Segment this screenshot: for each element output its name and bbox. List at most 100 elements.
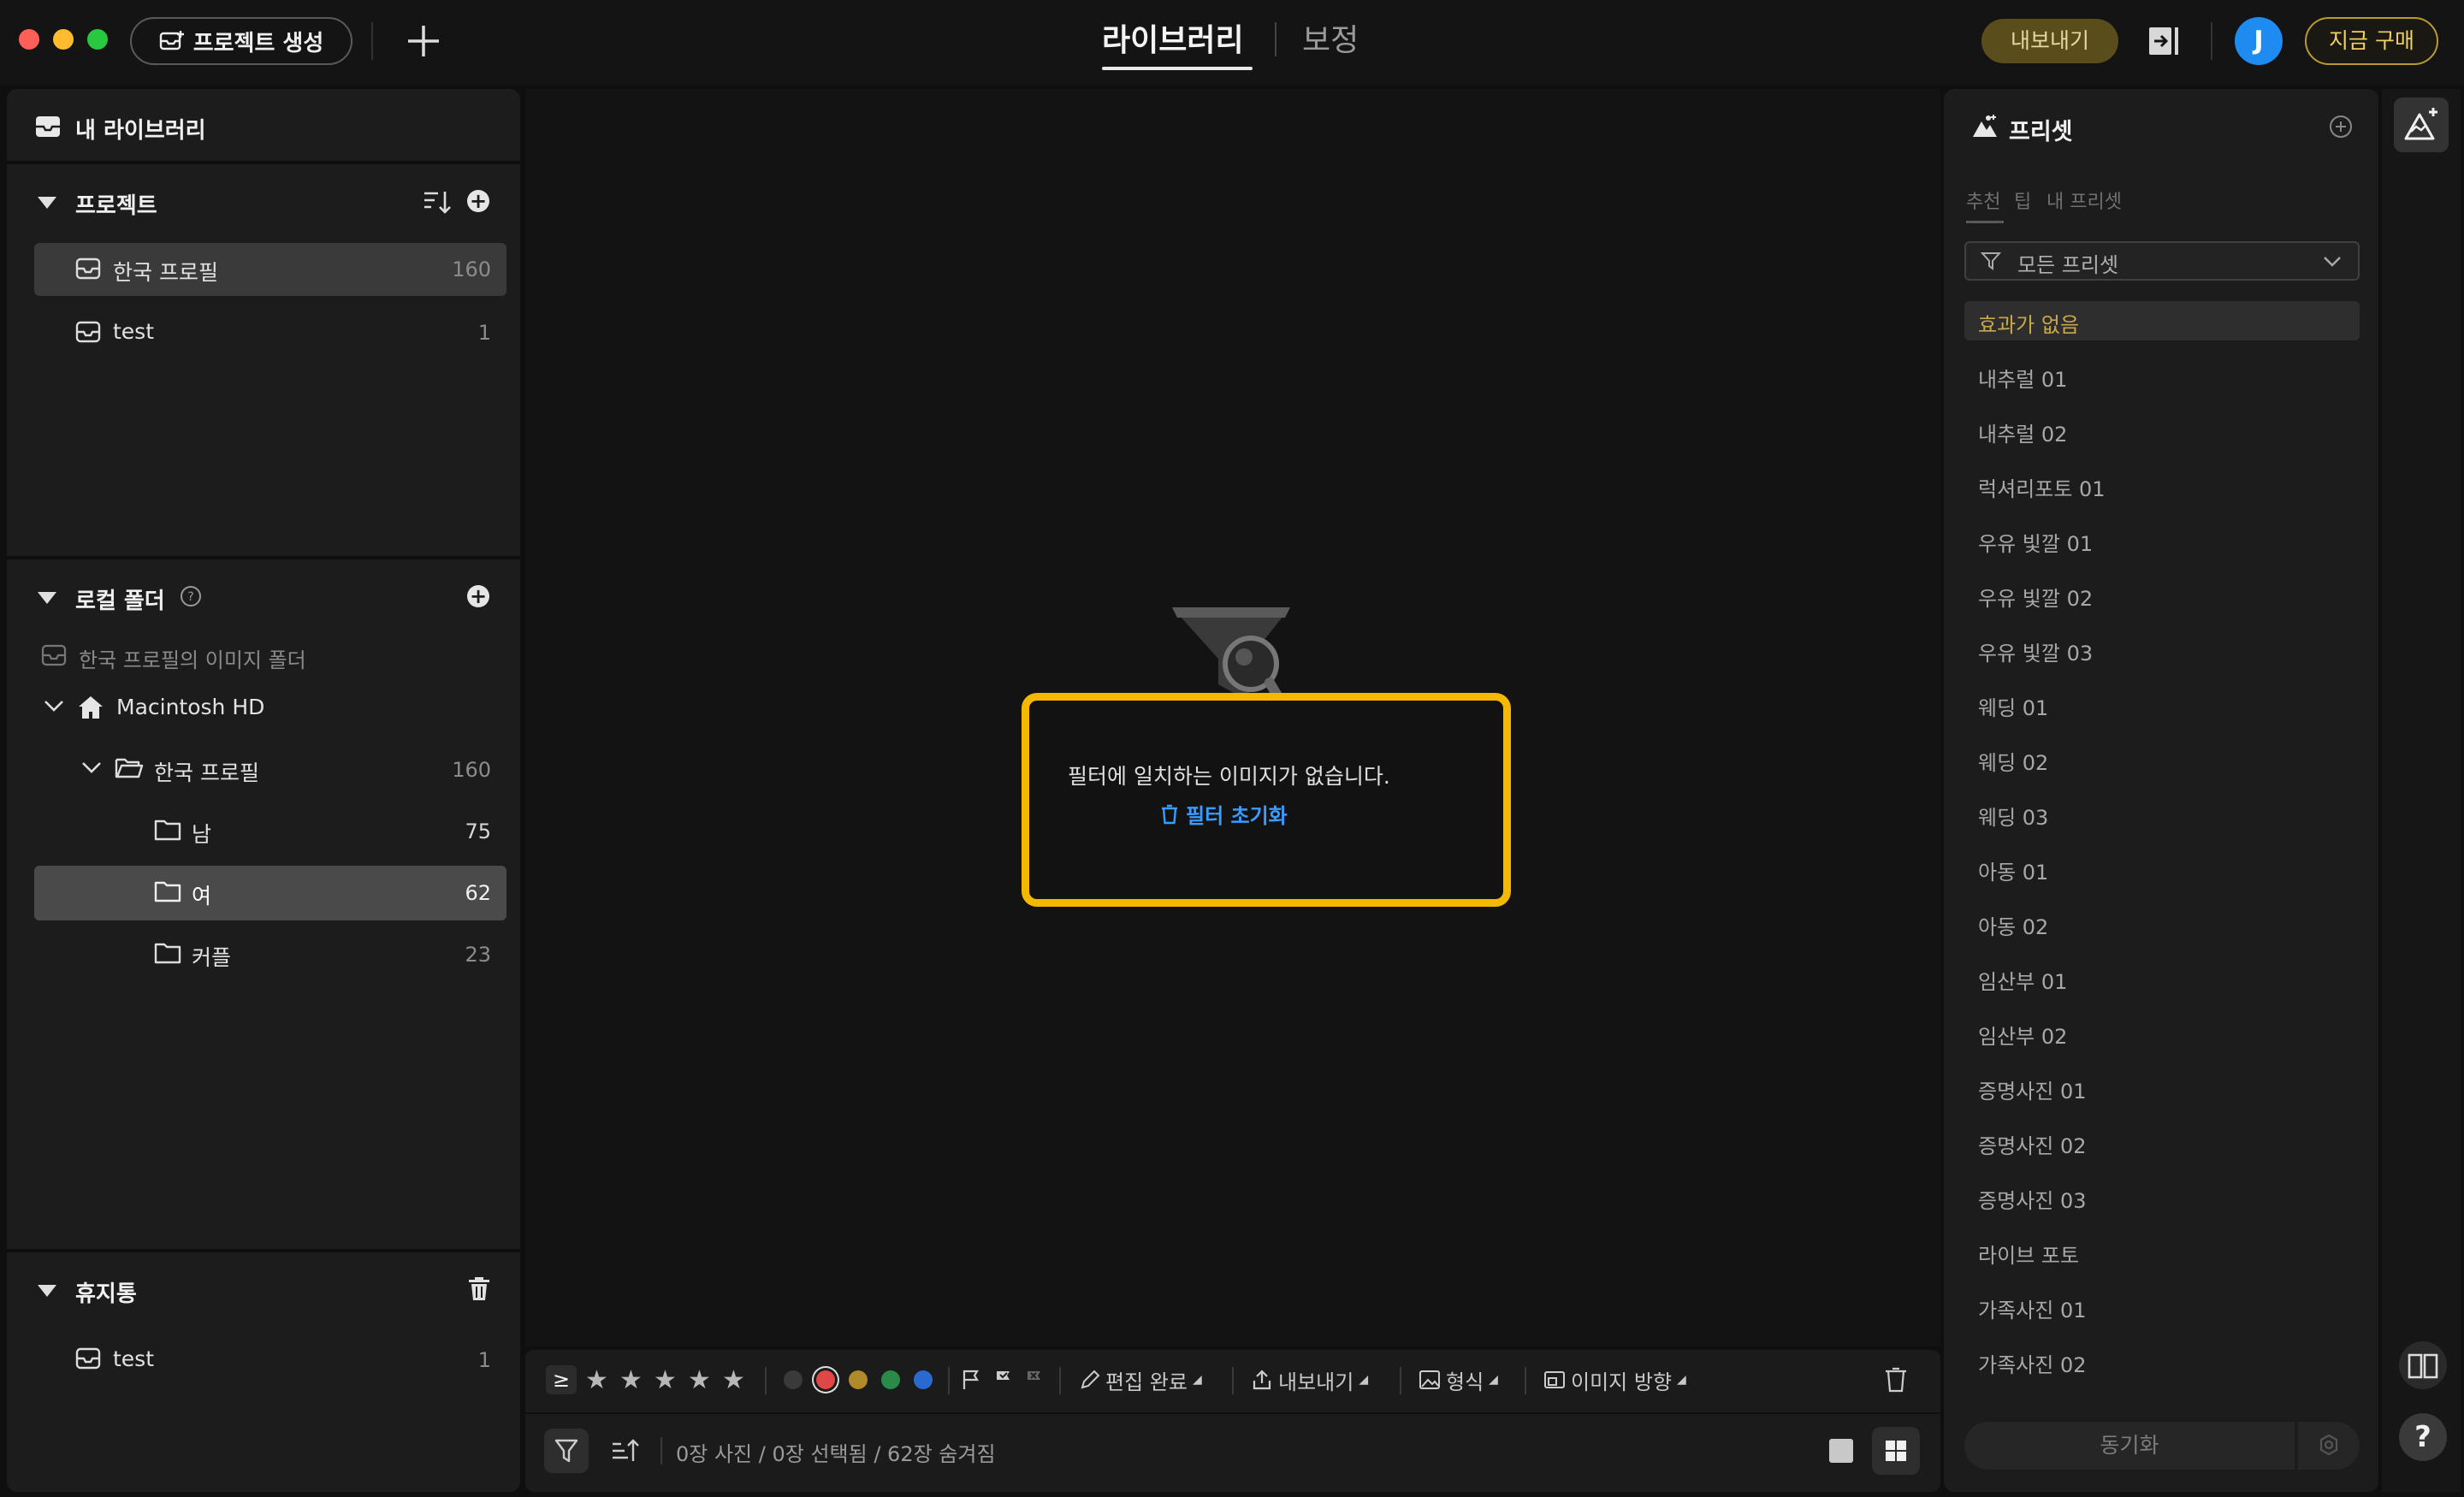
user-avatar[interactable]: J	[2235, 17, 2283, 65]
help-circle-icon[interactable]: ?	[180, 585, 202, 611]
sidebar-toggle-icon	[2149, 27, 2178, 55]
folder-icon	[154, 941, 181, 968]
preset-item[interactable]: 증명사진 03	[1978, 1184, 2087, 1214]
sidebar-item-subfolder[interactable]: 커플	[192, 941, 231, 972]
new-tab-button[interactable]	[402, 15, 445, 67]
preset-none-label: 효과가 없음	[1978, 313, 2080, 337]
format-filter[interactable]: 형식 ◢	[1419, 1365, 1498, 1394]
preset-item[interactable]: 웨딩 01	[1978, 691, 2048, 721]
collapse-trash-icon[interactable]	[38, 1285, 56, 1297]
preset-item[interactable]: 가족사진 02	[1978, 1348, 2087, 1378]
preset-tab-my-presets[interactable]: 내 프리셋	[2046, 186, 2122, 214]
buy-now-button[interactable]: 지금 구매	[2305, 17, 2438, 65]
single-view-button[interactable]	[1829, 1439, 1853, 1463]
preset-item[interactable]: 웨딩 03	[1978, 801, 2048, 831]
toolbar-divider	[1059, 1367, 1061, 1394]
preset-item[interactable]: 내추럴 02	[1978, 417, 2067, 447]
preset-item[interactable]: 가족사진 01	[1978, 1293, 2087, 1323]
plus-circle-icon	[2330, 115, 2352, 138]
rating-comparator-button[interactable]: ≥	[546, 1365, 577, 1394]
add-preset-button[interactable]	[2329, 115, 2353, 142]
presets-icon	[2404, 108, 2437, 140]
collapse-projects-icon[interactable]	[38, 197, 56, 209]
color-label-green[interactable]	[881, 1370, 900, 1389]
edit-done-label: 편집 완료	[1105, 1370, 1188, 1394]
zoom-window-button[interactable]	[87, 29, 108, 50]
preset-item[interactable]: 웨딩 02	[1978, 746, 2048, 776]
tool-strip	[2382, 89, 2461, 1492]
star-icon[interactable]: ★	[619, 1365, 643, 1395]
color-label-none[interactable]	[784, 1370, 803, 1389]
presets-panel	[1944, 89, 2378, 1492]
chevron-down-icon[interactable]	[43, 698, 65, 717]
edit-done-filter[interactable]: 편집 완료 ◢	[1080, 1365, 1202, 1394]
presets-title: 프리셋	[2009, 119, 2073, 145]
flag-icon[interactable]	[962, 1365, 980, 1394]
preset-tab-recommended[interactable]: 추천	[1966, 186, 2000, 214]
filter-toggle-button[interactable]	[544, 1429, 589, 1473]
trash-icon[interactable]	[467, 1276, 491, 1305]
sync-settings-button[interactable]	[2298, 1422, 2360, 1470]
folder-count: 160	[452, 758, 491, 782]
color-label-red[interactable]	[816, 1370, 835, 1389]
sidebar-item-folder[interactable]: 한국 프로필	[154, 756, 259, 787]
divider	[525, 1412, 1940, 1414]
star-icon[interactable]: ★	[654, 1365, 677, 1395]
sidebar-item-trash[interactable]: test	[113, 1346, 154, 1371]
preset-item[interactable]: 아동 01	[1978, 855, 2048, 885]
project-icon	[75, 320, 101, 347]
reset-filter-link[interactable]: 필터 초기화	[1160, 799, 1288, 829]
sidebar-item-drive[interactable]: Macintosh HD	[116, 695, 264, 719]
star-icon[interactable]: ★	[722, 1365, 745, 1395]
preset-item[interactable]: 임산부 02	[1978, 1020, 2067, 1050]
folder-icon	[154, 879, 181, 907]
preset-item[interactable]: 우유 빛깔 02	[1978, 582, 2093, 612]
sort-icon[interactable]	[423, 188, 452, 219]
sort-order-icon[interactable]	[611, 1437, 640, 1468]
preset-item[interactable]: 라이브 포토	[1978, 1239, 2079, 1269]
presets-tool-button[interactable]	[2394, 98, 2449, 152]
minimize-window-button[interactable]	[53, 29, 74, 50]
orientation-label: 이미지 방향	[1571, 1370, 1673, 1394]
preset-item[interactable]: 럭셔리포토 01	[1978, 472, 2106, 502]
sidebar-item-project[interactable]: test	[113, 319, 154, 344]
color-label-yellow[interactable]	[849, 1370, 868, 1389]
preset-item[interactable]: 우유 빛깔 03	[1978, 636, 2093, 666]
library-icon	[34, 115, 62, 142]
add-project-button[interactable]: +	[467, 190, 489, 212]
create-project-label: 프로젝트 생성	[192, 30, 324, 56]
collapse-local-folders-icon[interactable]	[38, 592, 56, 604]
toolbar-divider	[1232, 1367, 1234, 1394]
svg-text:?: ?	[187, 590, 193, 604]
sync-button[interactable]: 동기화	[1964, 1422, 2295, 1470]
create-project-button[interactable]: 프로젝트 생성	[130, 17, 352, 65]
preset-item[interactable]: 증명사진 01	[1978, 1074, 2087, 1104]
panel-toggle-button[interactable]	[2147, 24, 2182, 58]
star-icon[interactable]: ★	[585, 1365, 608, 1395]
preset-item[interactable]: 임산부 01	[1978, 965, 2067, 995]
guide-button[interactable]	[2399, 1341, 2447, 1389]
sidebar-item-subfolder[interactable]: 남	[192, 818, 211, 849]
star-icon[interactable]: ★	[688, 1365, 711, 1395]
export-button[interactable]: 내보내기	[1981, 19, 2118, 63]
tab-library[interactable]: 라이브러리	[1102, 15, 1244, 67]
flag-picked-icon[interactable]	[994, 1365, 1013, 1394]
orientation-filter[interactable]: 이미지 방향 ◢	[1543, 1365, 1686, 1394]
presets-icon	[1971, 113, 1999, 142]
add-folder-button[interactable]: +	[467, 585, 489, 607]
preset-item[interactable]: 우유 빛깔 01	[1978, 527, 2093, 557]
tab-edit[interactable]: 보정	[1302, 15, 1359, 67]
export-filter[interactable]: 내보내기 ◢	[1251, 1365, 1368, 1394]
library-title: 내 라이브러리	[75, 118, 206, 144]
close-window-button[interactable]	[19, 29, 39, 50]
preset-item[interactable]: 아동 02	[1978, 910, 2048, 940]
flag-rejected-icon[interactable]	[1025, 1365, 1044, 1394]
color-label-blue[interactable]	[914, 1370, 933, 1389]
chevron-down-icon[interactable]	[80, 760, 103, 778]
delete-icon[interactable]	[1884, 1365, 1908, 1394]
help-button[interactable]: ?	[2399, 1413, 2447, 1461]
preset-item[interactable]: 내추럴 01	[1978, 363, 2067, 393]
preset-item[interactable]: 증명사진 02	[1978, 1129, 2087, 1159]
preset-tab-tips[interactable]: 팁	[2014, 186, 2031, 214]
grid-view-button[interactable]	[1872, 1427, 1920, 1475]
